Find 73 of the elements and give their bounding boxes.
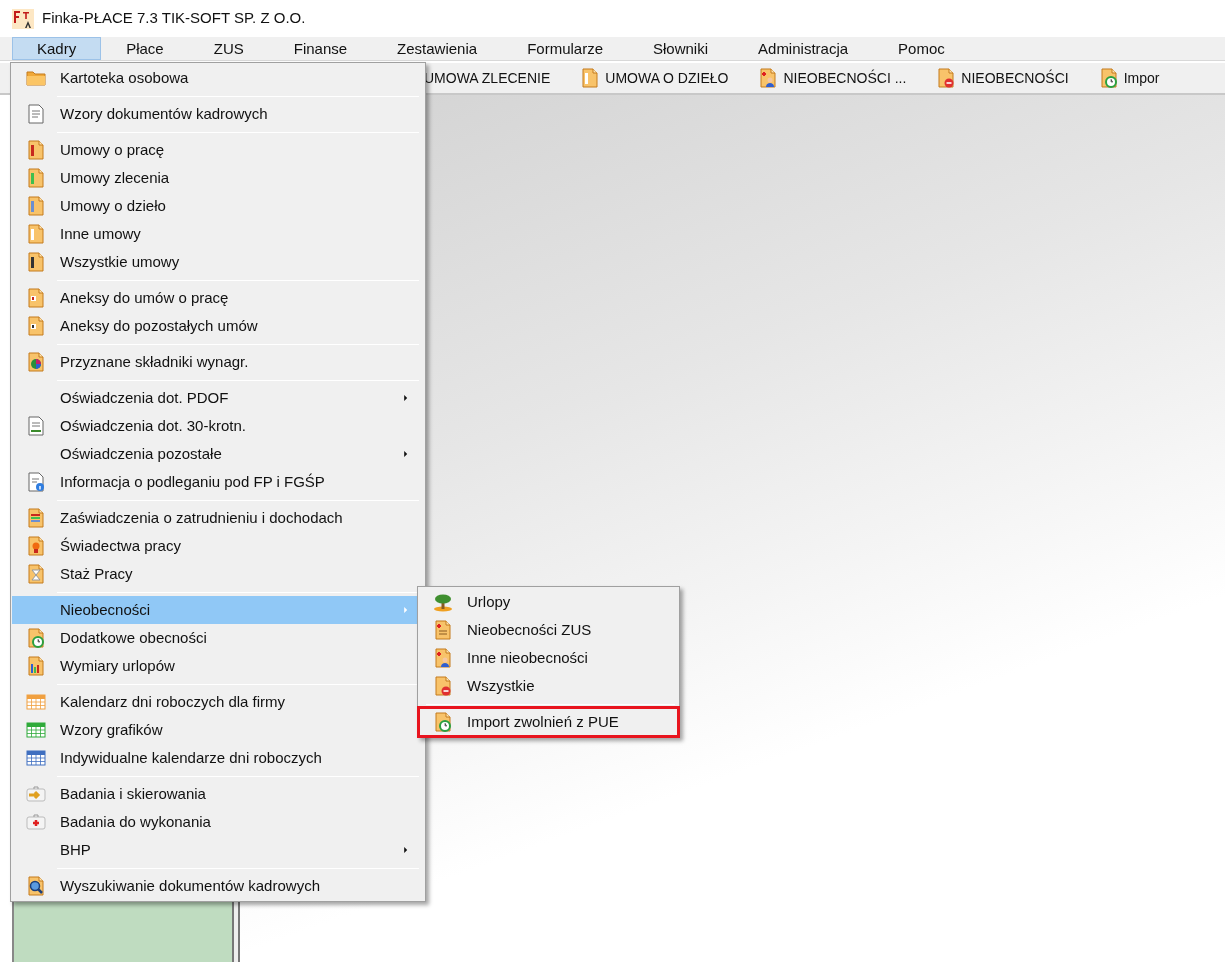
- menu-item[interactable]: Oświadczenia dot. PDOF: [12, 384, 424, 412]
- menu-item[interactable]: Umowy o dzieło: [12, 192, 424, 220]
- menu-item[interactable]: Administracja: [733, 37, 874, 60]
- menu-item[interactable]: Informacja o podleganiu pod FP i FGŚP: [12, 468, 424, 496]
- chart-document-icon: [26, 352, 46, 372]
- menu-item[interactable]: Finanse: [268, 37, 373, 60]
- certificate-icon: [26, 536, 46, 556]
- menu-item[interactable]: Inne nieobecności: [419, 644, 678, 672]
- menu-item[interactable]: Badania i skierowania: [12, 780, 424, 808]
- hourglass-icon: [26, 564, 46, 584]
- menu-item[interactable]: Inne umowy: [12, 220, 424, 248]
- document-minus-icon: [936, 68, 957, 88]
- document-icon: [433, 620, 453, 640]
- document-icon: [26, 140, 46, 160]
- document-icon: [26, 196, 46, 216]
- clock-icon: [433, 712, 453, 732]
- menu-item[interactable]: Zestawienia: [372, 37, 503, 60]
- menu-item[interactable]: Przyznane składniki wynagr.: [12, 348, 424, 376]
- menu-item[interactable]: Wszystkie umowy: [12, 248, 424, 276]
- toolbar-button[interactable]: Impor: [1098, 65, 1160, 91]
- menu-item[interactable]: Pomoc: [873, 37, 970, 60]
- calendar-icon: [26, 720, 46, 740]
- calendar-icon: [26, 748, 46, 768]
- document-icon: [26, 104, 46, 124]
- menu-item[interactable]: Oświadczenia pozostałe: [12, 440, 424, 468]
- toolbar-button[interactable]: UMOWA O DZIEŁO: [580, 65, 729, 91]
- chart-document-icon: [26, 656, 46, 676]
- search-icon: [26, 876, 46, 896]
- document-minus-icon: [433, 676, 453, 696]
- menu-item[interactable]: Zaświadczenia o zatrudnieniu i dochodach: [12, 504, 424, 532]
- toolbar-button[interactable]: NIEOBECNOŚCI ...: [758, 65, 907, 91]
- menu-item[interactable]: Wyszukiwanie dokumentów kadrowych: [12, 872, 424, 900]
- window-title: Finka-PŁACE 7.3 TIK-SOFT SP. Z O.O.: [42, 8, 306, 29]
- menu-item[interactable]: Słowniki: [628, 37, 734, 60]
- menu-item[interactable]: Aneksy do umów o pracę: [12, 284, 424, 312]
- menu-item[interactable]: ZUS: [188, 37, 269, 60]
- folder-icon: [26, 68, 46, 88]
- menu-item[interactable]: Umowy o pracę: [12, 136, 424, 164]
- toolbar-button[interactable]: NIEOBECNOŚCI: [936, 65, 1069, 91]
- app-logo-icon: [12, 8, 34, 29]
- medical-case-icon: [26, 812, 46, 832]
- toolbar-button[interactable]: UMOWA ZLECENIE: [424, 65, 551, 91]
- menu-item[interactable]: Świadectwa pracy: [12, 532, 424, 560]
- medical-case-icon: [26, 784, 46, 804]
- menu-item[interactable]: Kartoteka osobowa: [12, 64, 424, 92]
- menu-item[interactable]: Umowy zlecenia: [12, 164, 424, 192]
- document-icon: [26, 224, 46, 244]
- document-person-icon: [433, 648, 453, 668]
- menu-item[interactable]: Badania do wykonania: [12, 808, 424, 836]
- clock-icon: [26, 628, 46, 648]
- info-document-icon: [26, 472, 46, 492]
- document-icon: [26, 316, 46, 336]
- tree-icon: [433, 592, 453, 612]
- document-icon: [26, 416, 46, 436]
- document-icon: [580, 68, 601, 88]
- menu-item[interactable]: Kadry: [12, 37, 102, 60]
- menu-item[interactable]: Wzory dokumentów kadrowych: [12, 100, 424, 128]
- menu-item[interactable]: Wszystkie: [419, 672, 678, 700]
- menu-item[interactable]: Aneksy do pozostałych umów: [12, 312, 424, 340]
- menu-item[interactable]: Płace: [101, 37, 189, 60]
- clock-icon: [1098, 68, 1119, 88]
- menu-item[interactable]: Staż Pracy: [12, 560, 424, 588]
- menu-item[interactable]: Indywidualne kalendarze dni roboczych: [12, 744, 424, 772]
- menu-item[interactable]: Formularze: [502, 37, 628, 60]
- menu-item[interactable]: BHP: [12, 836, 424, 864]
- menu-item[interactable]: Import zwolnień z PUE: [419, 708, 678, 736]
- document-person-icon: [758, 68, 779, 88]
- document-icon: [26, 288, 46, 308]
- document-icon: [26, 168, 46, 188]
- document-icon: [26, 252, 46, 272]
- document-icon: [26, 508, 46, 528]
- menu-item[interactable]: Oświadczenia dot. 30-krotn.: [12, 412, 424, 440]
- calendar-icon: [26, 692, 46, 712]
